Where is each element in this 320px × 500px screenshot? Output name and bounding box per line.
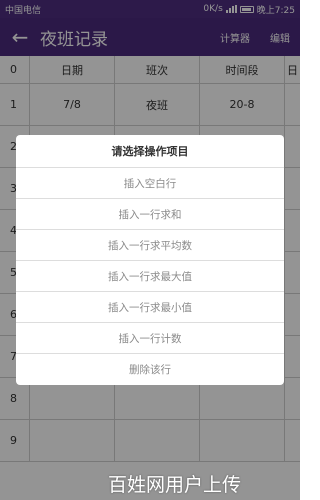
insert-blank-row-option[interactable]: 插入空白行 [16,168,284,199]
insert-average-row-option[interactable]: 插入一行求平均数 [16,230,284,261]
insert-sum-row-option[interactable]: 插入一行求和 [16,199,284,230]
insert-count-row-option[interactable]: 插入一行计数 [16,323,284,354]
insert-min-row-option[interactable]: 插入一行求最小值 [16,292,284,323]
delete-row-option[interactable]: 删除该行 [16,354,284,385]
operation-dialog: 请选择操作项目 插入空白行 插入一行求和 插入一行求平均数 插入一行求最大值 插… [16,135,284,385]
watermark: 百姓网用户上传 [108,474,242,496]
dialog-title: 请选择操作项目 [16,135,284,168]
insert-max-row-option[interactable]: 插入一行求最大值 [16,261,284,292]
